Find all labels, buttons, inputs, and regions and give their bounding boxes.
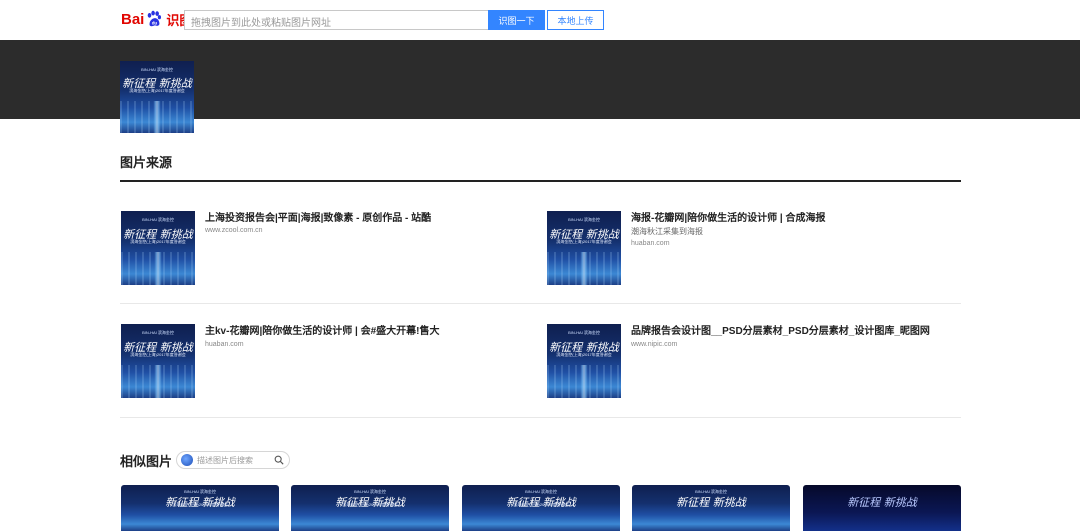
query-image[interactable]: BIN-HAI 滨海金控 新征程 新挑战 滨海金控(上海)2017年度答谢会 <box>120 61 194 133</box>
source-thumbnail[interactable]: BIN-HAI 滨海金控 新征程 新挑战 滨海金控(上海)2017年度答谢会 <box>547 211 621 285</box>
source-description: 潮海秋江采集到海报 <box>631 227 703 236</box>
source-title-link[interactable]: 品牌报告会设计图__PSD分层素材_PSD分层素材_设计图库_昵图网 <box>631 322 930 337</box>
image-subline: 滨海金控(上海)2017年度答谢会 <box>342 502 398 508</box>
city-skyline <box>121 251 195 285</box>
source-url: huaban.com <box>205 341 244 348</box>
image-brand: BIN-HAI 滨海金控 <box>141 66 173 72</box>
search-button[interactable]: 识图一下 <box>488 10 545 30</box>
similar-search-placeholder: 描述图片后搜索 <box>197 455 253 465</box>
city-skyline <box>547 251 621 285</box>
image-subline: 滨海金控(上海)2017年度答谢会 <box>130 239 186 245</box>
source-title-link[interactable]: 上海投资报告会|平面|海报|致像素 - 原创作品 - 站酷 <box>205 209 431 224</box>
search-icon[interactable] <box>274 455 284 465</box>
globe-icon <box>181 454 193 466</box>
source-thumbnail[interactable]: BIN-HAI 滨海金控 新征程 新挑战 滨海金控(上海)2017年度答谢会 <box>547 324 621 398</box>
city-skyline <box>120 100 194 133</box>
similar-search-input[interactable]: 描述图片后搜索 <box>176 451 290 469</box>
image-headline: 新征程 新挑战 <box>847 496 917 510</box>
image-brand: BIN-HAI 滨海金控 <box>568 216 600 222</box>
image-subline: 滨海金控(上海)2017年度答谢会 <box>556 352 612 358</box>
image-subline: 滨海金控(上海)2017年度答谢会 <box>129 88 185 94</box>
search-placeholder: 拖拽图片到此处或粘贴图片网址 <box>191 18 331 29</box>
image-headline: 新征程 新挑战 <box>676 496 746 510</box>
top-bar: Bai du 识图 拖拽图片到此处或粘贴图片网址 识图一下 本地上传 <box>0 0 1080 40</box>
source-title-link[interactable]: 主kv-花瓣网|陪你做生活的设计师 | 会#盛大开幕!售大 <box>205 322 440 337</box>
image-subline: 滨海金控(上海)2017年度答谢会 <box>130 352 186 358</box>
city-skyline <box>121 364 195 398</box>
source-thumbnail[interactable]: BIN-HAI 滨海金控 新征程 新挑战 滨海金控(上海)2017年度答谢会 <box>121 211 195 285</box>
row-divider <box>120 417 961 418</box>
image-brand: BIN-HAI 滨海金控 <box>142 216 174 222</box>
image-brand: BIN-HAI 滨海金控 <box>568 329 600 335</box>
source-url: huaban.com <box>631 240 670 247</box>
logo-bai: Bai <box>121 10 145 28</box>
image-url-input[interactable]: 拖拽图片到此处或粘贴图片网址 <box>184 10 488 30</box>
sources-title: 图片来源 <box>120 155 173 170</box>
image-brand: BIN-HAI 滨海金控 <box>142 329 174 335</box>
paw-icon: du <box>148 10 162 27</box>
similar-image[interactable]: BIN-HAI 滨海金控 新征程 新挑战 <box>632 485 790 531</box>
sources-divider <box>120 180 961 182</box>
similar-image[interactable]: BIN-HAI 滨海金控 新征程 新挑战 滨海金控(上海)2017年度答谢会 <box>121 485 279 531</box>
similar-title: 相似图片 <box>120 454 173 469</box>
source-thumbnail[interactable]: BIN-HAI 滨海金控 新征程 新挑战 滨海金控(上海)2017年度答谢会 <box>121 324 195 398</box>
similar-image[interactable]: 新征程 新挑战 <box>803 485 961 531</box>
local-upload-button[interactable]: 本地上传 <box>547 10 604 30</box>
similar-image[interactable]: BIN-HAI 滨海金控 新征程 新挑战 滨海金控(上海)2017年度答谢会 <box>462 485 620 531</box>
source-title-link[interactable]: 海报-花瓣网|陪你做生活的设计师 | 合成海报 <box>631 209 825 224</box>
image-subline: 滨海金控(上海)2017年度答谢会 <box>556 239 612 245</box>
svg-text:du: du <box>152 20 158 25</box>
row-divider <box>120 303 961 304</box>
image-subline: 滨海金控(上海)2017年度答谢会 <box>513 502 569 508</box>
city-skyline <box>547 364 621 398</box>
similar-image[interactable]: BIN-HAI 滨海金控 新征程 新挑战 滨海金控(上海)2017年度答谢会 <box>291 485 449 531</box>
source-url: www.nipic.com <box>631 341 678 348</box>
image-subline: 滨海金控(上海)2017年度答谢会 <box>172 502 228 508</box>
source-url: www.zcool.com.cn <box>205 227 263 234</box>
baidu-shitu-logo[interactable]: Bai du 识图 <box>121 8 192 30</box>
